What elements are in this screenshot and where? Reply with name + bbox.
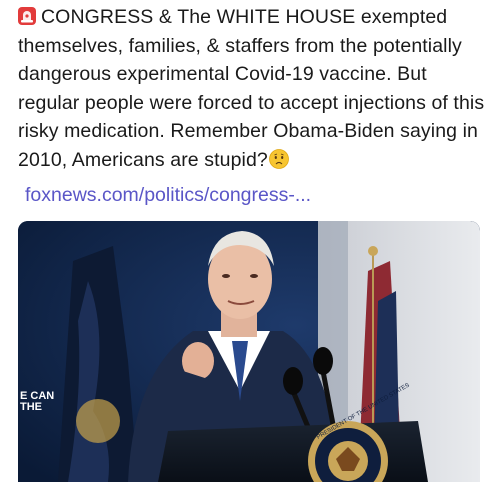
- preview-image: E CAN THE PRESIDENT OF THE UNITED STATES: [18, 221, 480, 482]
- worried-face-icon: [268, 148, 289, 169]
- article-link[interactable]: foxnews.com/politics/congress-...: [25, 184, 311, 207]
- post-text: CONGRESS & The WHITE HOUSE exempted them…: [18, 3, 488, 174]
- link-preview-card[interactable]: E CAN THE PRESIDENT OF THE UNITED STATES: [18, 221, 480, 482]
- police-car-light-icon: [18, 5, 36, 25]
- post-body: CONGRESS & The WHITE HOUSE exempted them…: [18, 6, 485, 171]
